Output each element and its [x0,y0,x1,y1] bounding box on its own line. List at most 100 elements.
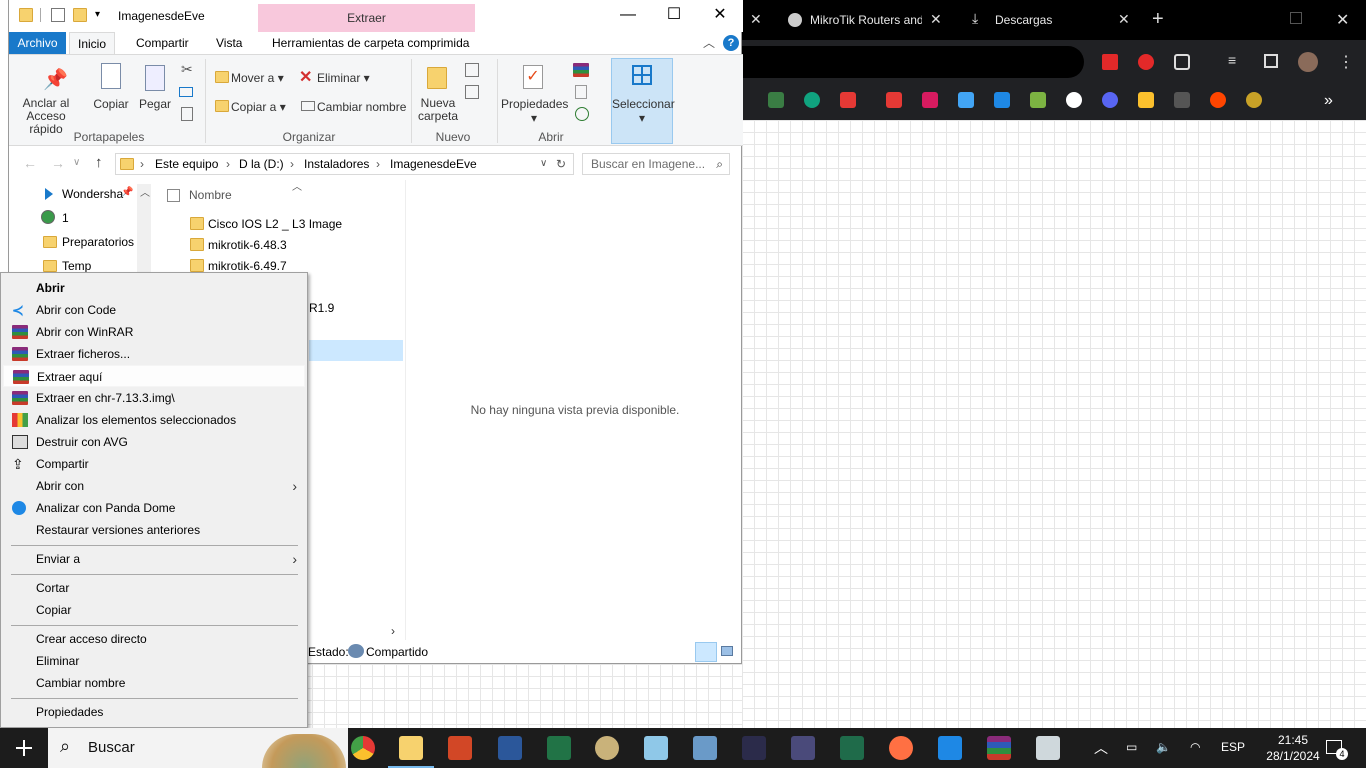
menu-item-propiedades[interactable]: Propiedades [3,701,305,723]
language-indicator[interactable]: ESP [1221,740,1245,754]
menu-item-extraer-en[interactable]: Extraer en chr-7.13.3.img\ [3,387,305,409]
tab-vista[interactable]: Vista [208,32,250,54]
back-icon[interactable]: ← [23,155,37,171]
bookmark-icon[interactable] [1210,92,1226,108]
avast-icon[interactable] [889,736,913,760]
paint-icon[interactable] [595,736,619,760]
properties-button[interactable]: Propiedades ▾ [501,97,568,125]
forward-icon[interactable]: → [51,155,65,171]
nav-item[interactable]: 1 [62,211,69,225]
bookmark-icon[interactable] [804,92,820,108]
menu-item-extraer-ficheros[interactable]: Extraer ficheros... [3,343,305,365]
chevron-right-icon[interactable]: » [1324,92,1333,110]
extraer-context-tab[interactable]: Extraer [258,4,475,32]
winrar-icon[interactable] [573,63,589,77]
paste-shortcut-icon[interactable] [181,107,193,121]
volume-icon[interactable]: 🔈 [1156,740,1171,754]
address-bar[interactable] [742,46,1084,78]
app-icon[interactable] [742,736,766,760]
chevron-down-icon[interactable]: ▾ [95,9,100,20]
edit-icon[interactable] [575,85,587,99]
virtualbox-icon[interactable] [938,736,962,760]
bookmark-icon[interactable] [1102,92,1118,108]
help-icon[interactable]: ? [723,35,739,51]
bookmark-icon[interactable] [840,92,856,108]
refresh-icon[interactable]: ↻ [556,154,566,174]
copy-path-icon[interactable] [179,87,193,97]
chevron-up-icon[interactable]: ︿ [140,184,150,199]
bookmark-icon[interactable] [958,92,974,108]
browser-tab-partial[interactable]: ✕ [742,0,782,40]
bookmark-icon[interactable] [768,92,784,108]
menu-item-cortar[interactable]: Cortar [3,577,305,599]
close-tab-icon[interactable]: ✕ [750,11,762,28]
menu-item-extraer-aqui[interactable]: Extraer aquí [3,365,305,387]
windows-start-icon[interactable] [16,740,32,756]
delete-button[interactable]: Eliminar ▾ [317,71,370,85]
menu-item-abrir-con-code[interactable]: ≺ Abrir con Code [3,299,305,321]
menu-item-panda[interactable]: Analizar con Panda Dome [3,497,305,519]
menu-item-abrir-con-winrar[interactable]: Abrir con WinRAR [3,321,305,343]
copy-button[interactable]: Copiar [91,97,131,111]
winrar-icon[interactable] [987,736,1011,760]
breadcrumb-item[interactable]: ImagenesdeEve [390,154,477,174]
column-header-nombre[interactable]: Nombre [189,188,232,202]
bookmark-icon[interactable] [922,92,938,108]
menu-icon[interactable]: ⋮ [1338,52,1354,72]
wifi-icon[interactable]: ◠ [1190,740,1200,754]
menu-item-abrir[interactable]: Abrir [3,277,305,299]
word-icon[interactable] [498,736,522,760]
app-icon[interactable] [791,736,815,760]
chrome-icon[interactable] [351,736,375,760]
battery-icon[interactable]: ▭ [1126,740,1137,754]
menu-item-eliminar[interactable]: Eliminar [3,650,305,672]
bookmark-icon[interactable] [886,92,902,108]
menu-item-analizar[interactable]: Analizar los elementos seleccionados [3,409,305,431]
new-folder-icon[interactable] [73,8,87,22]
menu-item-destruir-avg[interactable]: Destruir con AVG [3,431,305,453]
excel-icon[interactable] [547,736,571,760]
extension-icon[interactable] [1138,54,1154,70]
nav-item[interactable]: Temp [62,259,91,273]
paste-button[interactable]: Pegar [135,97,175,111]
chevron-down-icon[interactable]: ∨ [540,154,547,174]
select-button[interactable]: Seleccionar ▾ [611,58,675,144]
tab-inicio[interactable]: Inicio [69,32,116,54]
new-folder-button[interactable]: Nueva carpeta [413,97,463,123]
breadcrumb-item[interactable]: Este equipo [155,154,218,174]
large-icons-view-icon[interactable] [721,646,733,656]
bookmark-icon[interactable] [994,92,1010,108]
close-tab-icon[interactable]: ✕ [1118,11,1130,28]
browser-tab-mikrotik[interactable]: MikroTik Routers and ✕ [782,0,962,40]
list-item[interactable]: mikrotik-6.48.3 [190,238,287,252]
search-input[interactable]: Buscar en Imagene... ⌕ [582,153,730,175]
bookmark-icon[interactable] [1174,92,1190,108]
tab-herramientas[interactable]: Herramientas de carpeta comprimida [264,32,477,54]
chevron-up-icon[interactable]: ︿ [703,34,715,51]
copy-to-button[interactable]: Copiar a ▾ [231,100,286,114]
browser-tab-descargas[interactable]: ⤓ Descargas ✕ [966,0,1142,40]
breadcrumb-item[interactable]: D la (D:) [239,154,284,174]
chevron-down-icon[interactable]: ∨ [73,157,80,168]
tab-compartir[interactable]: Compartir [128,32,197,54]
tab-archivo[interactable]: Archivo [9,32,66,54]
media-control-icon[interactable]: ≡ [1228,52,1236,68]
menu-item-enviar-a[interactable]: Enviar a › [3,548,305,570]
side-panel-icon[interactable] [1264,54,1278,68]
avatar[interactable] [1298,52,1318,72]
puzzle-icon[interactable] [1174,54,1190,70]
menu-item-abrir-con[interactable]: Abrir con › [3,475,305,497]
maximize-button[interactable]: ☐ [651,0,697,30]
notepad-icon[interactable] [644,736,668,760]
bookmark-icon[interactable] [1138,92,1154,108]
properties-icon[interactable] [51,8,65,22]
easy-access-icon[interactable] [465,85,479,99]
history-icon[interactable] [575,107,589,121]
menu-item-copiar[interactable]: Copiar [3,599,305,621]
rename-button[interactable]: Cambiar nombre [317,100,406,114]
clock[interactable]: 21:45 28/1/2024 [1256,732,1330,764]
restore-icon[interactable] [1290,12,1302,24]
minimize-button[interactable]: — [605,0,651,30]
menu-item-compartir[interactable]: ⇪ Compartir [3,453,305,475]
chevron-up-icon[interactable]: ︿ [1094,738,1108,758]
